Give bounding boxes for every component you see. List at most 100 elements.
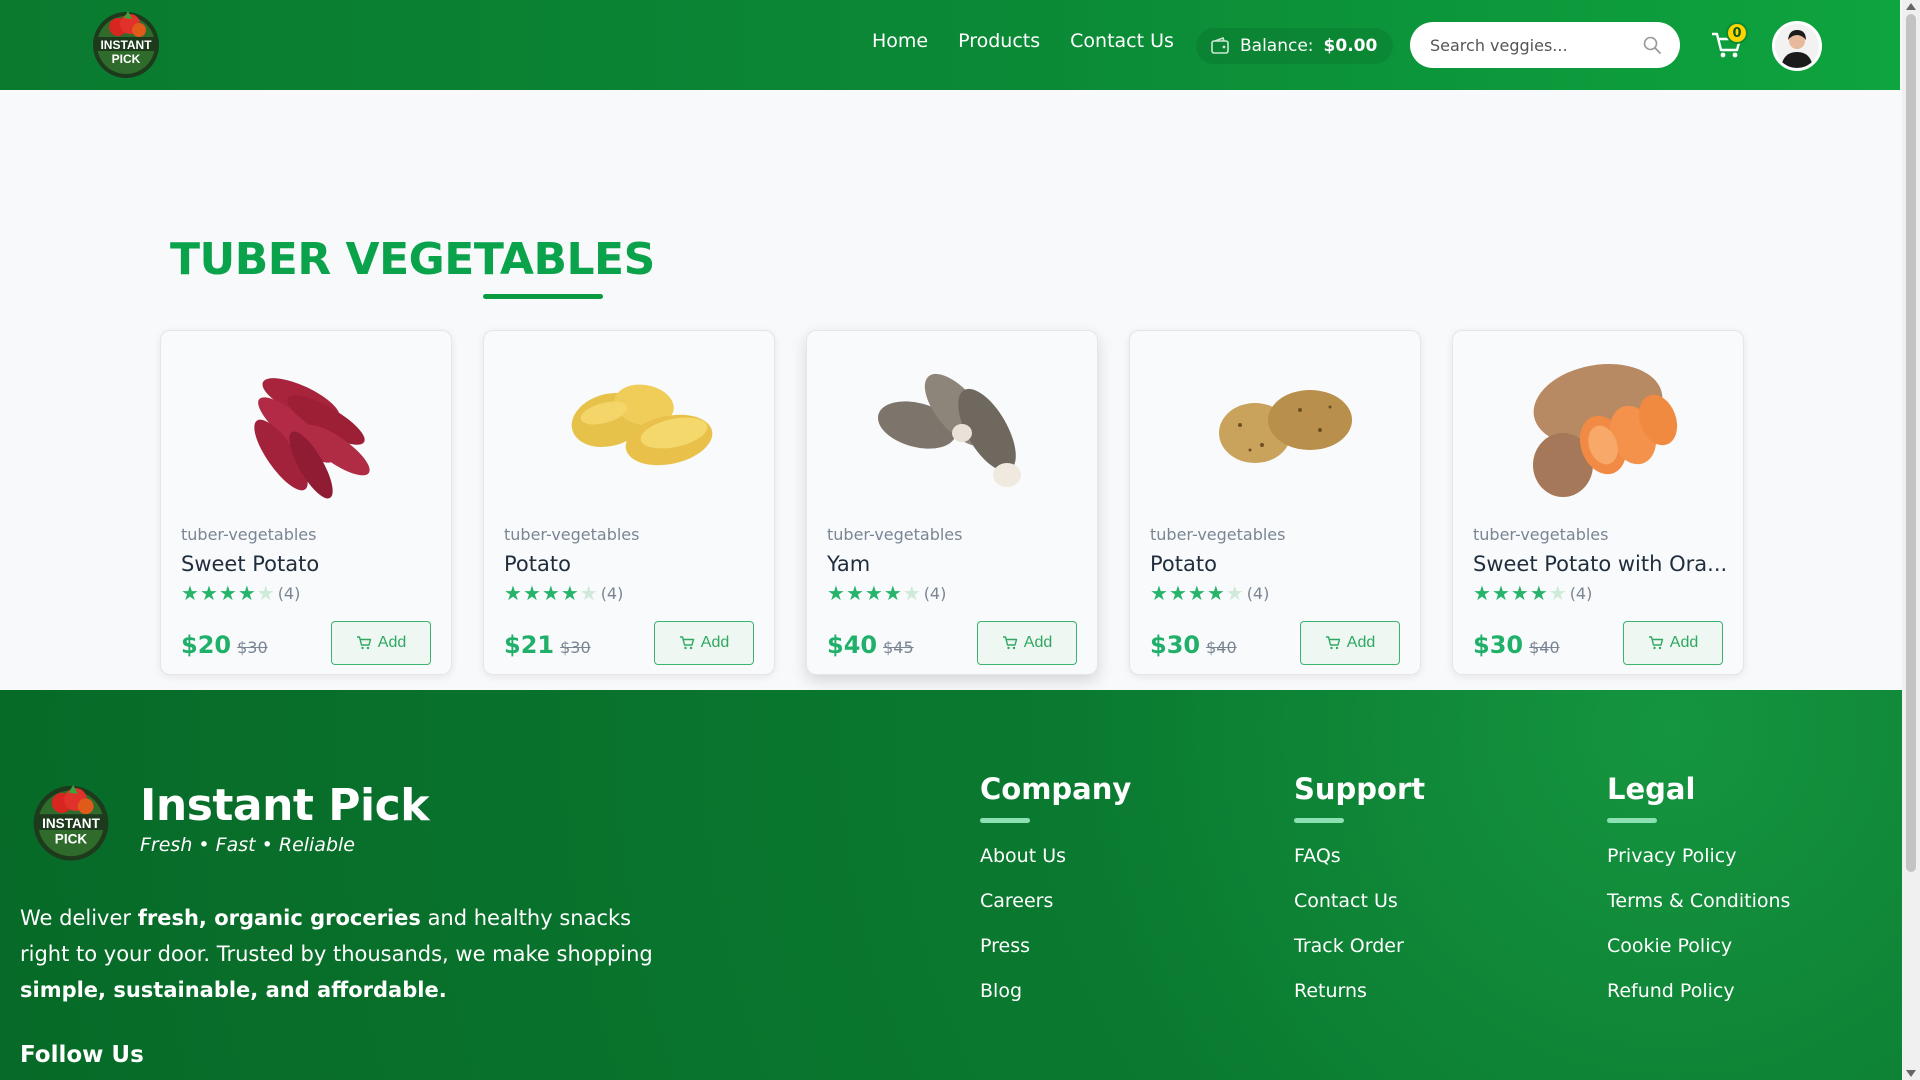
current-price: $40 (827, 631, 878, 659)
add-button-label: Add (700, 634, 730, 651)
add-to-cart-button[interactable]: Add (1623, 621, 1723, 665)
star-icon: ★ (864, 581, 883, 605)
product-name[interactable]: Potato (1150, 552, 1217, 576)
star-empty-icon: ★ (902, 581, 921, 605)
logo-line2: PICK (55, 832, 88, 847)
footer-link[interactable]: Returns (1294, 980, 1425, 1025)
footer-link[interactable]: Terms & Conditions (1607, 890, 1790, 935)
product-price: $20 $30 (181, 631, 268, 659)
product-rating: ★ ★ ★ ★ ★ (4) (827, 583, 946, 603)
product-price: $30 $40 (1150, 631, 1237, 659)
product-rating: ★ ★ ★ ★ ★ (4) (1473, 583, 1592, 603)
product-rating: ★ ★ ★ ★ ★ (4) (1150, 583, 1269, 603)
star-icon: ★ (1473, 581, 1491, 605)
page-scrollbar[interactable] (1902, 0, 1920, 1080)
avatar-image (1775, 24, 1819, 68)
instant-pick-logo[interactable]: INSTANT PICK (88, 5, 164, 81)
search-box[interactable] (1410, 22, 1680, 68)
scroll-thumb[interactable] (1906, 14, 1916, 872)
product-name[interactable]: Potato (504, 552, 571, 576)
star-icon: ★ (218, 581, 237, 605)
add-button-label: Add (1346, 634, 1376, 651)
star-icon: ★ (1491, 581, 1510, 605)
product-name[interactable]: Yam (827, 552, 870, 576)
title-underline (483, 294, 603, 299)
current-price: $30 (1150, 631, 1201, 659)
instant-pick-logo[interactable]: INSTANT PICK (28, 778, 114, 864)
sweet-potato-image (254, 378, 370, 499)
nav-home[interactable]: Home (872, 30, 928, 52)
footer-link[interactable]: Careers (980, 890, 1131, 935)
star-icon: ★ (1206, 581, 1225, 605)
search-icon[interactable] (1642, 35, 1662, 55)
star-icon: ★ (1150, 581, 1168, 605)
product-card[interactable]: tuber-vegetables Sweet Potato ★ ★ ★ ★ ★ … (160, 330, 452, 675)
cart-icon (1648, 636, 1663, 650)
product-card[interactable]: tuber-vegetables Potato ★ ★ ★ ★ ★ (4) $3… (1129, 330, 1421, 675)
balance-value: $0.00 (1323, 36, 1378, 56)
user-avatar[interactable] (1772, 21, 1822, 71)
yam-image (877, 373, 1021, 487)
add-to-cart-button[interactable]: Add (331, 621, 431, 665)
add-to-cart-button[interactable]: Add (654, 621, 754, 665)
footer-tagline: Fresh • Fast • Reliable (140, 834, 355, 856)
star-icon: ★ (560, 581, 579, 605)
footer-link[interactable]: Blog (980, 980, 1131, 1025)
site-footer: INSTANT PICK Instant Pick Fresh • Fast •… (0, 690, 1902, 1080)
yellow-potato-image (571, 384, 713, 466)
product-name[interactable]: Sweet Potato (181, 552, 319, 576)
balance-label: Balance: (1240, 36, 1314, 56)
star-icon: ★ (541, 581, 560, 605)
old-price: $30 (560, 638, 591, 657)
product-rating: ★ ★ ★ ★ ★ (4) (504, 583, 623, 603)
old-price: $45 (883, 638, 914, 657)
scroll-down-arrow[interactable] (1906, 1070, 1916, 1077)
logo-line1: INSTANT (100, 38, 152, 52)
star-icon: ★ (845, 581, 864, 605)
footer-brand-name: Instant Pick (140, 780, 429, 831)
star-empty-icon: ★ (1548, 581, 1567, 605)
footer-link[interactable]: About Us (980, 845, 1131, 890)
product-card[interactable]: tuber-vegetables Sweet Potato with Ora..… (1452, 330, 1744, 675)
rating-count: (4) (1569, 583, 1593, 603)
footer-link[interactable]: Privacy Policy (1607, 845, 1790, 890)
column-underline (980, 818, 1030, 823)
star-empty-icon: ★ (1225, 581, 1244, 605)
rating-count: (4) (277, 583, 301, 603)
add-button-label: Add (1669, 634, 1699, 651)
footer-link[interactable]: Track Order (1294, 935, 1425, 980)
balance-pill: Balance: $0.00 (1196, 28, 1394, 64)
footer-link[interactable]: Refund Policy (1607, 980, 1790, 1025)
nav-products[interactable]: Products (958, 30, 1040, 52)
logo-line1: INSTANT (42, 816, 100, 831)
product-name[interactable]: Sweet Potato with Ora... (1473, 552, 1727, 576)
star-icon: ★ (504, 581, 522, 605)
add-to-cart-button[interactable]: Add (977, 621, 1077, 665)
wallet-icon (1211, 36, 1229, 54)
footer-link[interactable]: Contact Us (1294, 890, 1425, 935)
star-icon: ★ (1529, 581, 1548, 605)
desc-highlight: fresh, organic groceries (137, 906, 421, 930)
search-input[interactable] (1430, 35, 1642, 55)
footer-link[interactable]: Press (980, 935, 1131, 980)
add-to-cart-button[interactable]: Add (1300, 621, 1400, 665)
cart-count-badge: 0 (1726, 22, 1748, 44)
cart-icon (1325, 636, 1340, 650)
footer-link[interactable]: Cookie Policy (1607, 935, 1790, 980)
star-icon: ★ (1510, 581, 1529, 605)
star-icon: ★ (181, 581, 199, 605)
rating-count: (4) (1246, 583, 1270, 603)
product-card[interactable]: tuber-vegetables Potato ★ ★ ★ ★ ★ (4) $2… (483, 330, 775, 675)
footer-link[interactable]: FAQs (1294, 845, 1425, 890)
star-icon: ★ (237, 581, 256, 605)
product-card[interactable]: tuber-vegetables Yam ★ ★ ★ ★ ★ (4) $40 $… (806, 330, 1098, 675)
orange-sweet-potato-image (1533, 364, 1678, 497)
footer-column-legal: Legal Privacy Policy Terms & Conditions … (1607, 772, 1790, 1025)
nav-contact-us[interactable]: Contact Us (1070, 30, 1174, 52)
footer-column-title: Support (1294, 772, 1426, 806)
current-price: $20 (181, 631, 232, 659)
cart-icon (679, 636, 694, 650)
star-icon: ★ (522, 581, 541, 605)
scroll-up-arrow[interactable] (1906, 3, 1916, 10)
desc-part: We deliver (20, 906, 138, 930)
